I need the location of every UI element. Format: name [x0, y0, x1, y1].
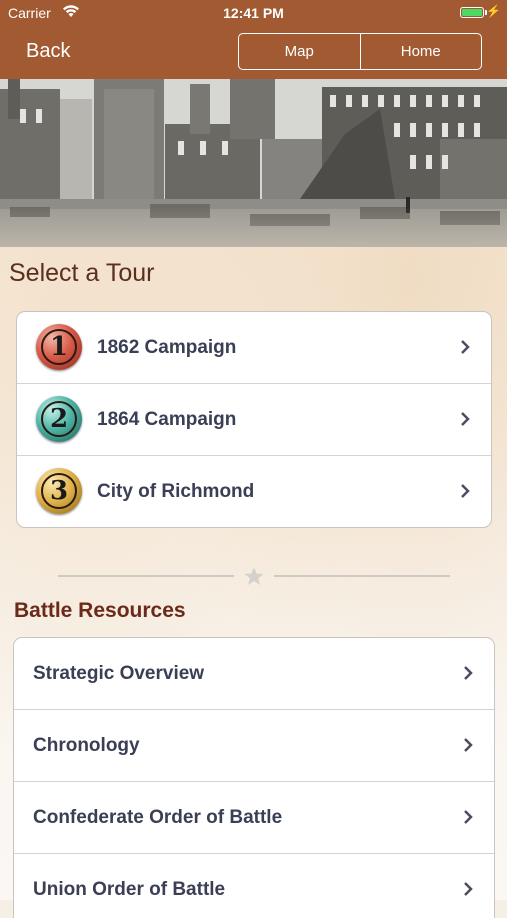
clock: 12:41 PM [223, 5, 284, 21]
badge-number: 1 [41, 329, 77, 365]
tour-label: City of Richmond [97, 481, 255, 502]
badge-number: 3 [41, 473, 77, 509]
star-divider [58, 567, 450, 585]
map-home-segmented-control: Map Home [238, 33, 482, 70]
charging-icon: ⚡ [486, 4, 501, 18]
battle-resources-heading: Battle Resources [14, 599, 186, 622]
select-tour-heading: Select a Tour [9, 259, 155, 287]
tour-row-1862-campaign[interactable]: 1 1862 Campaign [17, 312, 491, 384]
chevron-right-icon [461, 412, 470, 426]
resource-row-chronology[interactable]: Chronology [14, 710, 494, 782]
resource-row-union-order[interactable]: Union Order of Battle [14, 854, 494, 918]
chevron-right-icon [464, 810, 473, 824]
resources-list: Strategic Overview Chronology Confederat… [13, 637, 495, 918]
star-icon [244, 567, 264, 585]
tour-row-city-of-richmond[interactable]: 3 City of Richmond [17, 456, 491, 527]
resource-label: Chronology [33, 735, 140, 756]
chevron-right-icon [464, 882, 473, 896]
navigation-bar: Back Map Home [0, 27, 507, 79]
map-button[interactable]: Map [239, 34, 360, 69]
status-bar: Carrier 12:41 PM ⚡ [0, 0, 507, 27]
resource-label: Strategic Overview [33, 663, 205, 684]
resource-row-confederate-order[interactable]: Confederate Order of Battle [14, 782, 494, 854]
number-badge-1: 1 [36, 324, 82, 370]
tour-label: 1862 Campaign [97, 337, 237, 358]
resource-label: Confederate Order of Battle [33, 807, 283, 828]
resource-label: Union Order of Battle [33, 879, 226, 900]
chevron-right-icon [464, 738, 473, 752]
tour-row-1864-campaign[interactable]: 2 1864 Campaign [17, 384, 491, 456]
back-button[interactable]: Back [26, 40, 70, 63]
tour-list: 1 1862 Campaign 2 1864 Campaign 3 City o… [16, 311, 492, 528]
number-badge-3: 3 [36, 468, 82, 514]
hero-photo-ruins [0, 79, 507, 247]
tour-label: 1864 Campaign [97, 409, 237, 430]
battery-icon [460, 7, 484, 18]
hero-fade-overlay [0, 207, 507, 247]
chevron-right-icon [464, 666, 473, 680]
home-button[interactable]: Home [359, 34, 482, 69]
resource-row-strategic-overview[interactable]: Strategic Overview [14, 638, 494, 710]
chevron-right-icon [461, 340, 470, 354]
chevron-right-icon [461, 484, 470, 498]
badge-number: 2 [41, 401, 77, 437]
number-badge-2: 2 [36, 396, 82, 442]
